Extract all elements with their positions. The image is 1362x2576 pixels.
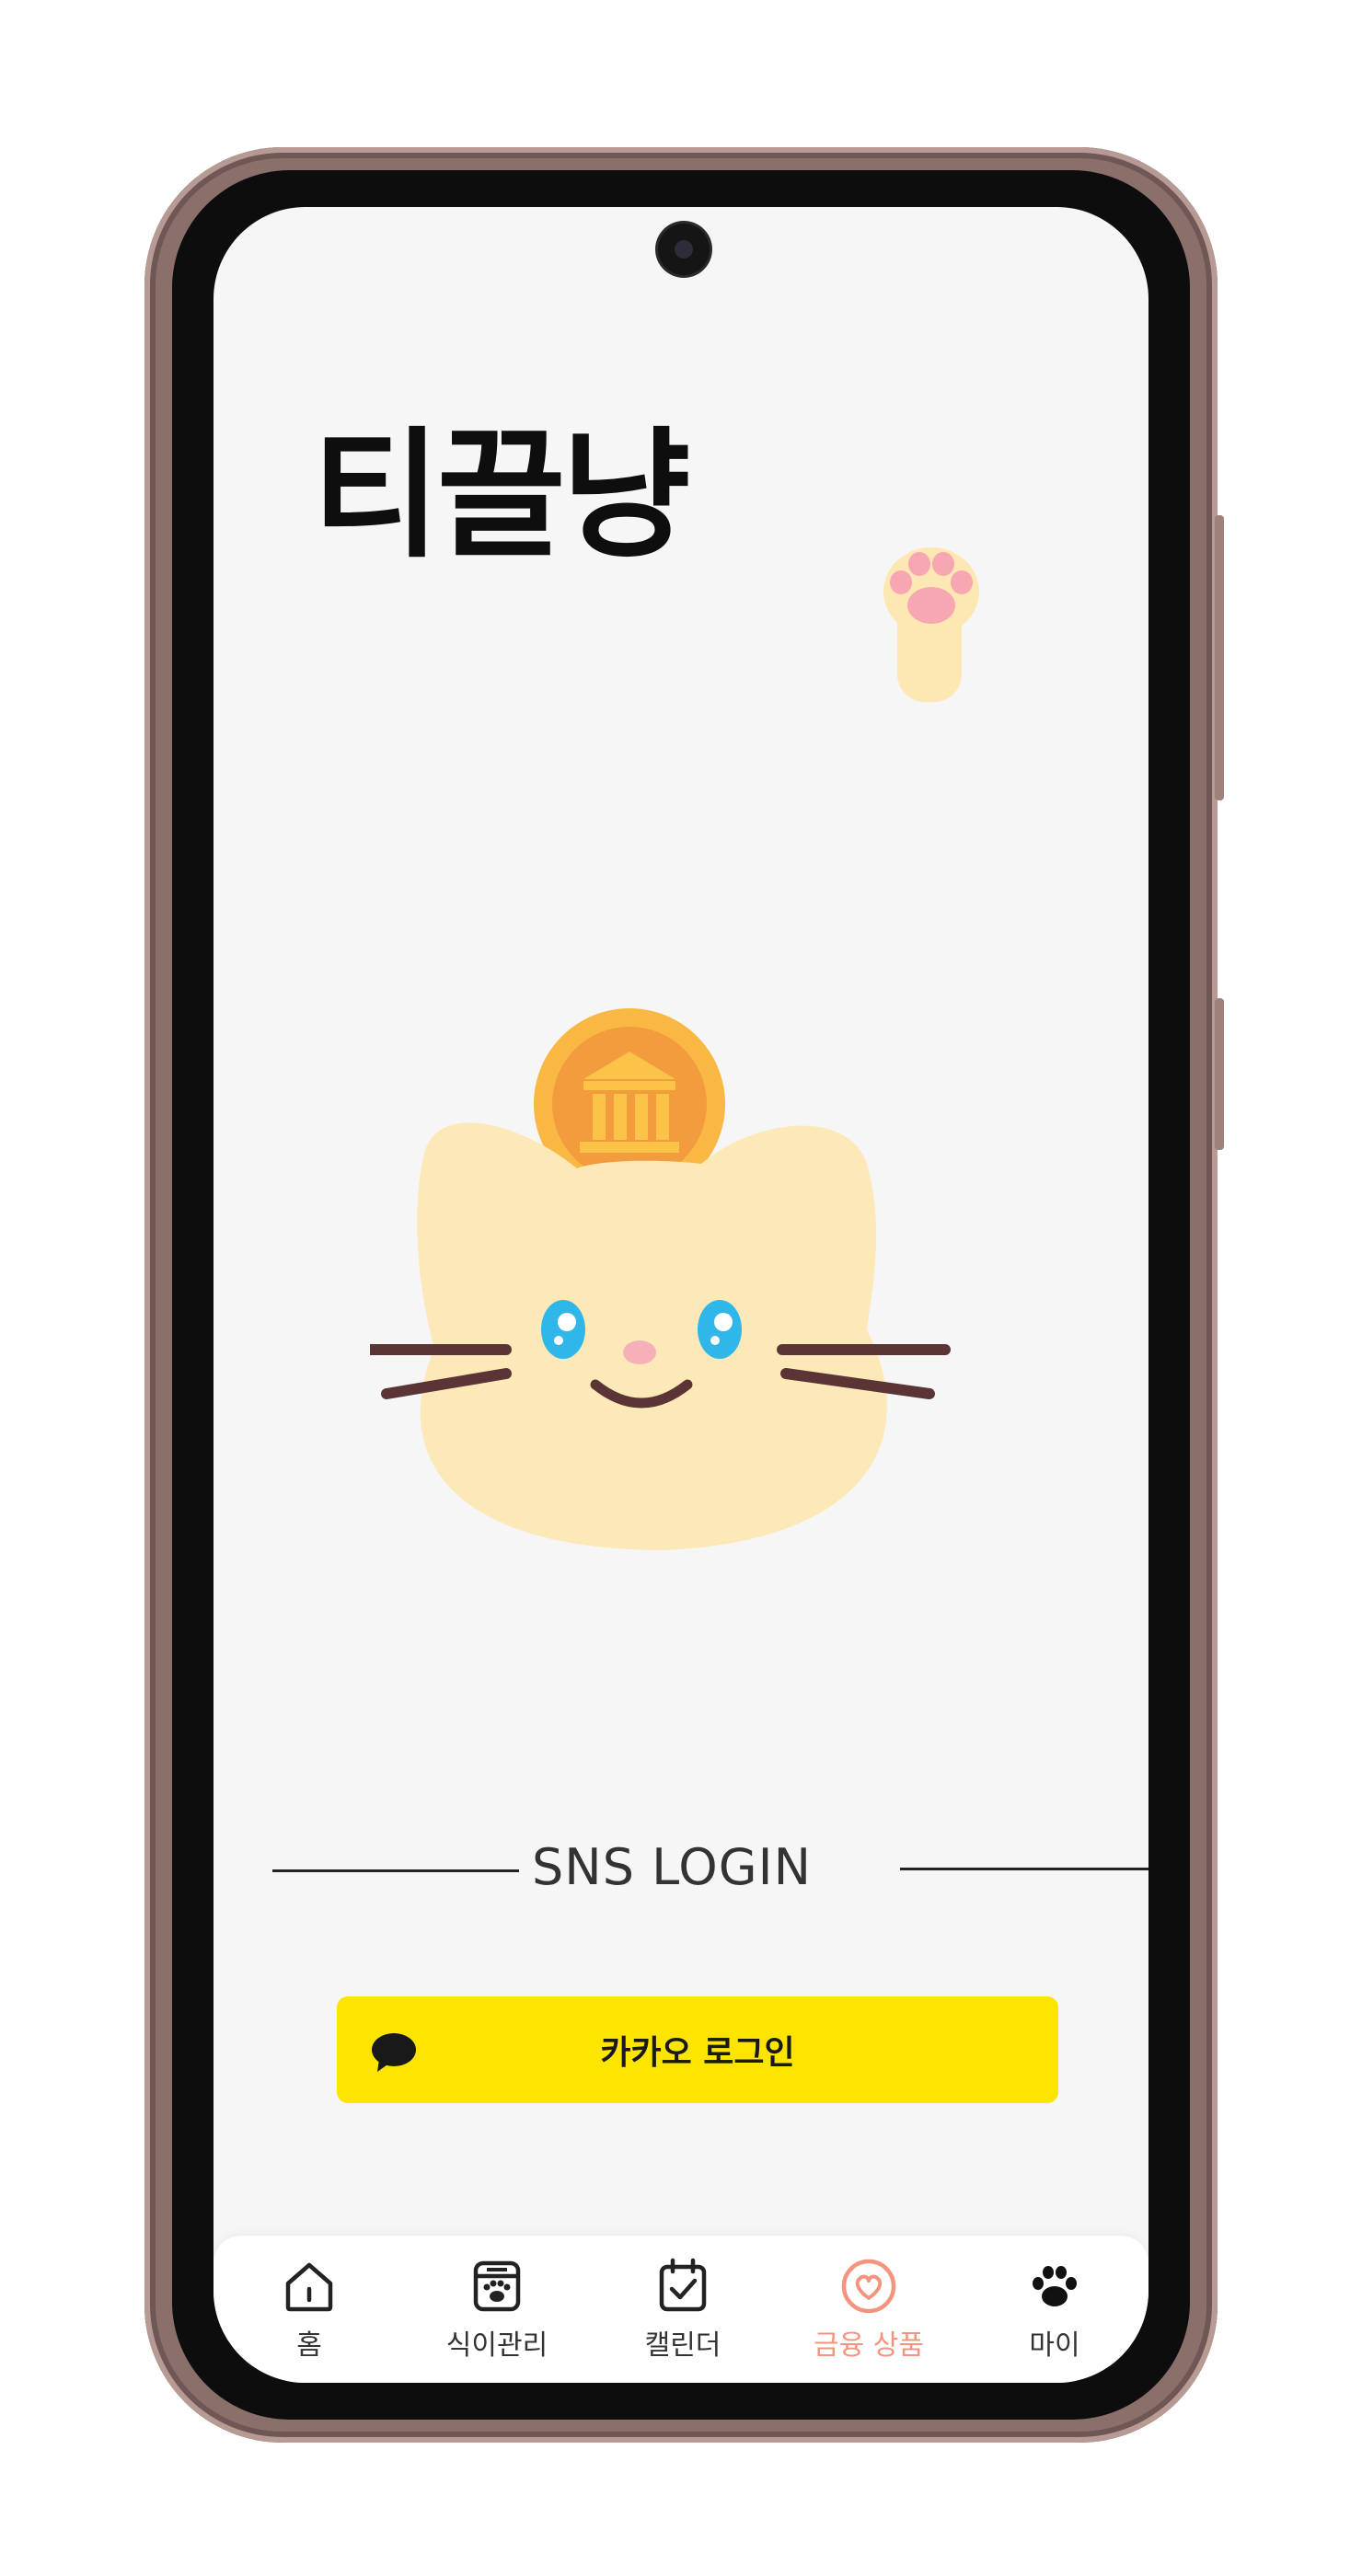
- app-logo: 티끌냥: [312, 391, 691, 577]
- heart-circle-icon: [841, 2259, 896, 2314]
- tab-my-label: 마이: [1029, 2329, 1080, 2362]
- volume-button: [1215, 515, 1224, 800]
- cat-paw-icon: [883, 547, 979, 702]
- power-button: [1215, 998, 1224, 1150]
- speech-bubble-icon: [372, 2033, 416, 2072]
- phone-frame: 티끌냥 SNS LOGIN 카카오 로그인 홈 식이관리 캘린더 금융 상품 마…: [144, 147, 1224, 2443]
- kakao-login-label: 카카오 로그인: [600, 2034, 795, 2072]
- calendar-check-icon: [659, 2258, 707, 2312]
- tab-calendar-label: 캘린더: [644, 2329, 721, 2362]
- paw-icon: [1033, 2266, 1077, 2306]
- tab-home[interactable]: 홈: [217, 2236, 401, 2364]
- tab-finance[interactable]: 금융 상품: [777, 2236, 961, 2364]
- tab-home-label: 홈: [296, 2329, 322, 2362]
- tab-calendar[interactable]: 캘린더: [591, 2236, 775, 2364]
- tab-finance-label: 금융 상품: [814, 2329, 924, 2362]
- tab-diet-label: 식이관리: [445, 2329, 548, 2362]
- cat-coin-illustration: [370, 1008, 951, 1550]
- home-icon: [285, 2262, 333, 2312]
- sns-login-label: SNS LOGIN: [532, 1838, 812, 1896]
- logo-text: 티끌냥: [312, 414, 691, 577]
- food-bowl-icon: [473, 2260, 521, 2312]
- app-screen: 티끌냥 SNS LOGIN 카카오 로그인 홈 식이관리 캘린더 금융 상품 마…: [214, 207, 1148, 2383]
- tab-my[interactable]: 마이: [963, 2236, 1147, 2364]
- phone-bezel: 티끌냥 SNS LOGIN 카카오 로그인 홈 식이관리 캘린더 금융 상품 마…: [172, 170, 1190, 2420]
- tab-diet[interactable]: 식이관리: [405, 2236, 589, 2364]
- kakao-login-button[interactable]: 카카오 로그인: [337, 1996, 1058, 2103]
- bottom-tab-bar: 홈 식이관리 캘린더 금융 상품 마이: [214, 2236, 1148, 2383]
- front-camera: [658, 224, 710, 275]
